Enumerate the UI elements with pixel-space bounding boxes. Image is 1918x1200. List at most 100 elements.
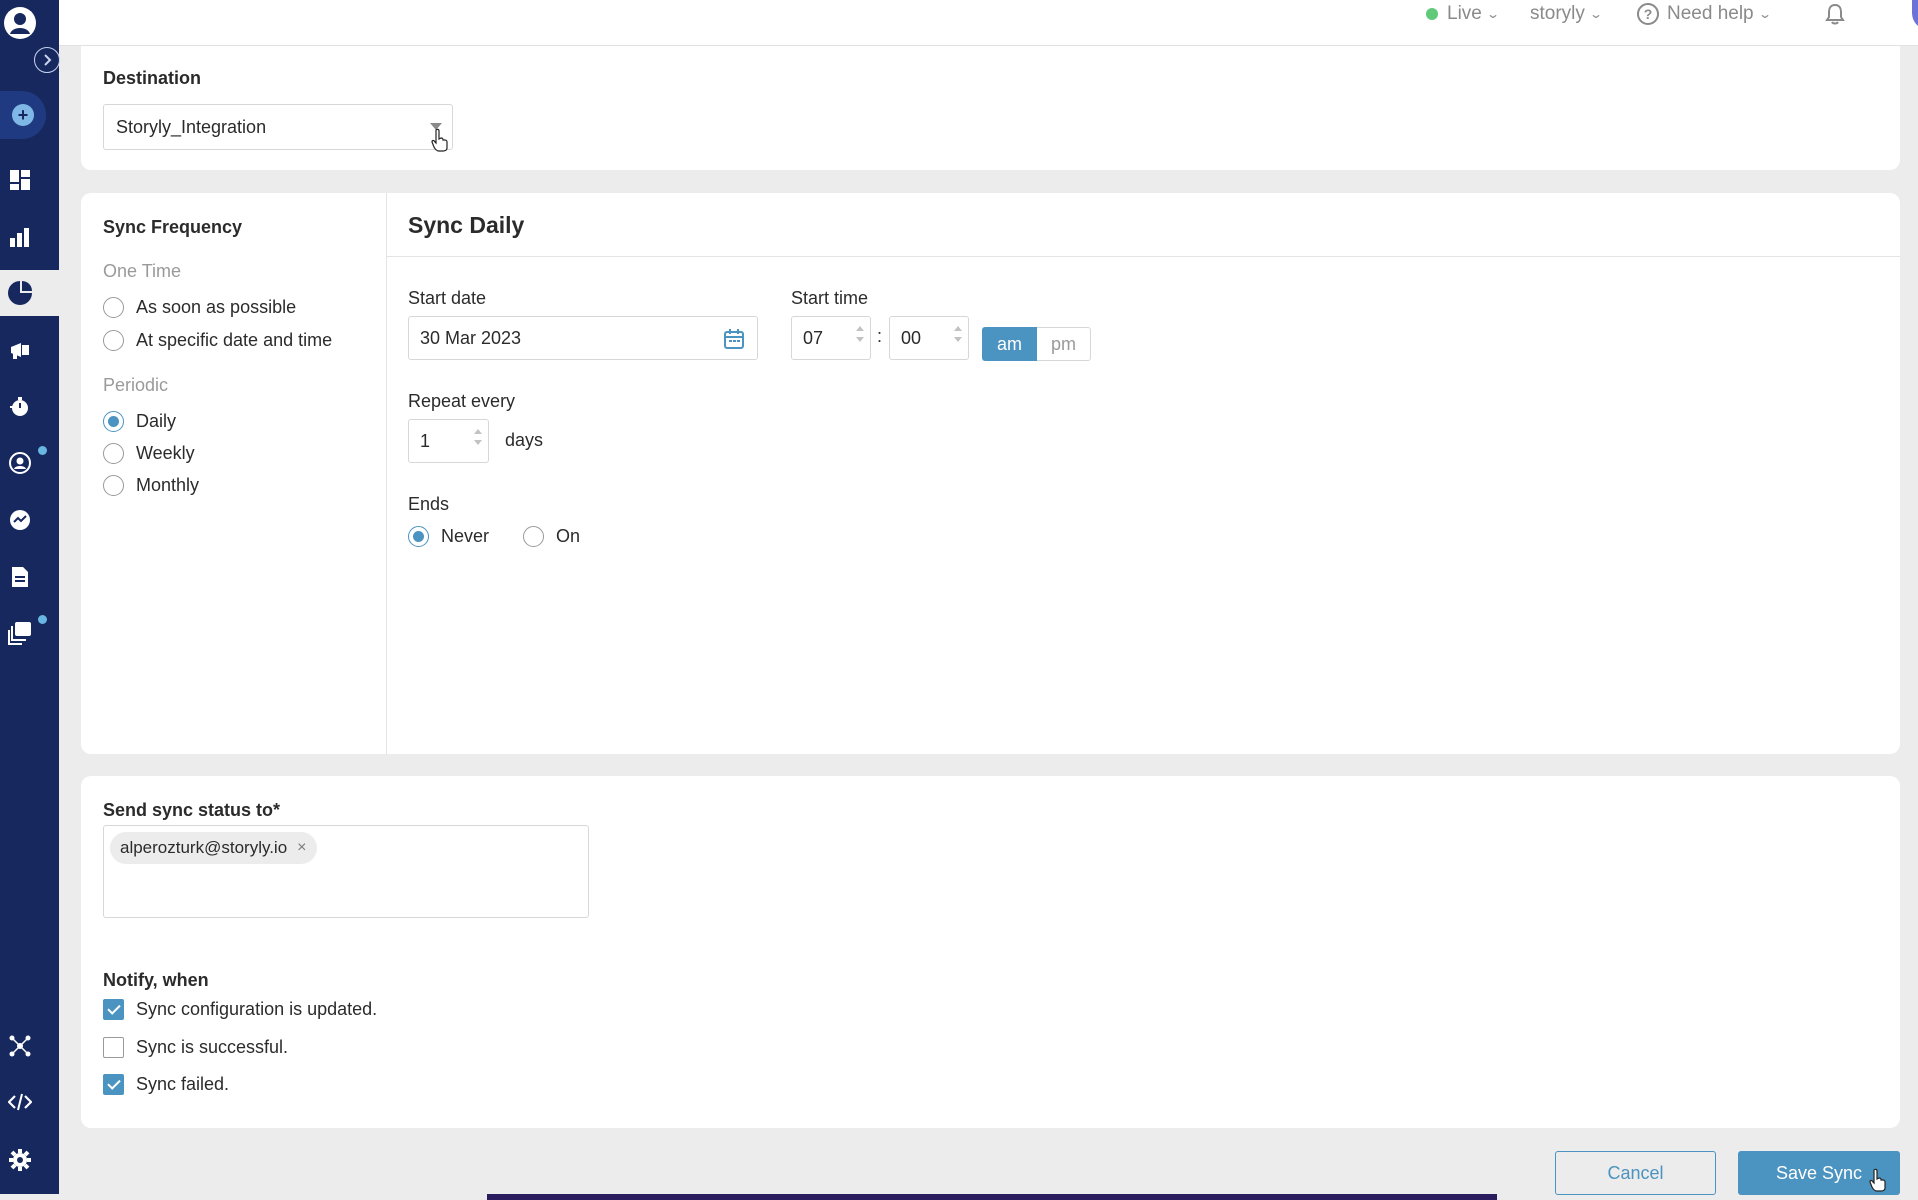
radio-label: At specific date and time (136, 330, 333, 350)
radio-button (103, 475, 124, 496)
repeat-stepper[interactable]: 1 (408, 419, 489, 463)
segments-icon[interactable] (0, 280, 40, 306)
add-button[interactable]: + (0, 91, 46, 139)
recipient-tag: alperozturk@storyly.io × (110, 832, 317, 864)
active-notch-bottom (0, 316, 59, 334)
automation-icon[interactable] (0, 395, 40, 419)
chevron-down-icon: ⌄ (1485, 7, 1500, 21)
environment-dropdown[interactable]: Live ⌄ (1426, 0, 1500, 28)
stepper-arrows-icon[interactable] (856, 326, 864, 342)
pointer-cursor-icon (431, 128, 448, 152)
start-date-input[interactable]: 30 Mar 2023 (408, 316, 758, 360)
checkbox-sync-successful[interactable]: Sync is successful. (103, 1037, 288, 1058)
status-dot (1426, 8, 1438, 20)
radio-button (103, 411, 124, 432)
start-date-value: 30 Mar 2023 (420, 327, 522, 348)
pm-button[interactable]: pm (1037, 327, 1092, 361)
sync-panel-title: Sync Daily (408, 212, 525, 238)
radio-button (103, 297, 124, 318)
radio-button (408, 526, 429, 547)
radio-label: On (556, 526, 581, 546)
sidebar: + (0, 0, 60, 1194)
periodic-heading: Periodic (103, 375, 169, 395)
checkbox (103, 1074, 124, 1095)
radio-monthly[interactable]: Monthly (103, 475, 199, 496)
radio-specific-date-time[interactable]: At specific date and time (103, 330, 332, 351)
help-dropdown[interactable]: ? Need help ⌄ (1637, 0, 1772, 28)
integrations-icon[interactable] (0, 1034, 40, 1058)
audience-icon[interactable] (0, 450, 40, 476)
active-notch-top (0, 252, 59, 270)
hour-stepper[interactable]: 07 (791, 316, 871, 360)
catalog-badge (38, 615, 47, 624)
stepper-arrows-icon[interactable] (474, 429, 482, 445)
destination-label: Destination (103, 68, 202, 88)
radio-label: Never (441, 526, 490, 546)
audience-badge (38, 446, 47, 455)
one-time-heading: One Time (103, 261, 182, 281)
recipients-input[interactable]: alperozturk@storyly.io × (103, 825, 589, 918)
environment-label: Live (1447, 3, 1482, 24)
expand-icon[interactable] (34, 47, 60, 73)
code-icon[interactable] (0, 1090, 40, 1114)
send-status-label: Send sync status to* (103, 800, 281, 820)
checkbox-label: Sync is successful. (136, 1037, 289, 1057)
hour-value: 07 (803, 327, 824, 348)
calendar-icon[interactable] (723, 328, 745, 350)
insights-icon[interactable] (0, 507, 40, 533)
chevron-down-icon: ⌄ (1757, 7, 1772, 21)
radio-label: Daily (136, 411, 177, 431)
reports-icon[interactable] (0, 565, 40, 589)
radio-button (103, 443, 124, 464)
help-label: Need help (1667, 3, 1754, 24)
destination-select[interactable]: Storyly_Integration (103, 104, 453, 150)
workspace-dropdown[interactable]: storyly ⌄ (1530, 0, 1603, 28)
dashboard-icon[interactable] (0, 168, 40, 192)
radio-weekly[interactable]: Weekly (103, 443, 195, 464)
notify-when-label: Notify, when (103, 970, 209, 990)
checkbox (103, 999, 124, 1020)
start-date-label: Start date (408, 288, 487, 308)
divider (387, 256, 1900, 257)
checkbox-label: Sync failed. (136, 1074, 230, 1094)
minute-stepper[interactable]: 00 (889, 316, 969, 360)
checkbox (103, 1037, 124, 1058)
add-icon: + (12, 104, 34, 126)
radio-ends-on[interactable]: On (523, 526, 580, 547)
ends-label: Ends (408, 494, 450, 514)
workspace-label: storyly (1530, 3, 1585, 24)
close-icon[interactable]: × (297, 839, 306, 857)
radio-label: Weekly (136, 443, 195, 463)
radio-button (523, 526, 544, 547)
bell-icon[interactable] (1825, 0, 1845, 28)
repeat-unit-label: days (505, 430, 544, 450)
settings-icon[interactable] (0, 1147, 40, 1173)
recipient-email: alperozturk@storyly.io (120, 838, 288, 857)
sync-frequency-label: Sync Frequency (103, 217, 243, 237)
cancel-button[interactable]: Cancel (1555, 1151, 1716, 1195)
radio-ends-never[interactable]: Never (408, 526, 489, 547)
avatar[interactable]: A (1912, 0, 1918, 30)
catalog-icon[interactable] (0, 620, 40, 646)
topbar: Live ⌄ storyly ⌄ ? Need help ⌄ A (59, 0, 1918, 46)
time-separator: : (877, 326, 883, 346)
repeat-every-label: Repeat every (408, 391, 516, 411)
logo-icon[interactable] (0, 6, 40, 40)
radio-label: As soon as possible (136, 297, 297, 317)
start-time-label: Start time (791, 288, 869, 308)
am-button[interactable]: am (982, 327, 1038, 361)
meridiem-toggle: am pm (982, 327, 1092, 361)
destination-value: Storyly_Integration (116, 116, 267, 137)
radio-label: Monthly (136, 475, 200, 495)
analytics-icon[interactable] (0, 225, 40, 249)
checkbox-config-updated[interactable]: Sync configuration is updated. (103, 999, 377, 1020)
divider (386, 193, 387, 754)
pointer-cursor-icon (1869, 1168, 1886, 1192)
campaigns-icon[interactable] (0, 338, 40, 362)
radio-as-soon-as-possible[interactable]: As soon as possible (103, 297, 296, 318)
chevron-down-icon: ⌄ (1588, 7, 1603, 21)
checkbox-sync-failed[interactable]: Sync failed. (103, 1074, 229, 1095)
radio-daily[interactable]: Daily (103, 411, 176, 432)
stepper-arrows-icon[interactable] (954, 326, 962, 342)
minute-value: 00 (901, 327, 922, 348)
